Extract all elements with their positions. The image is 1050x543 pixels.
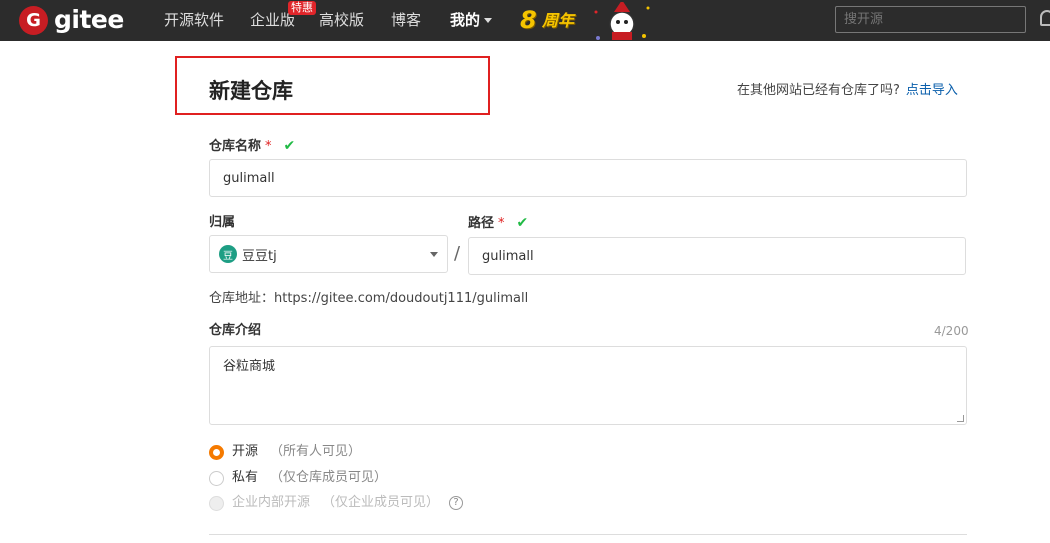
chevron-down-icon bbox=[430, 252, 438, 257]
visibility-hint: （仅企业成员可见） bbox=[322, 495, 440, 510]
gitee-logo-text: gitee bbox=[54, 5, 124, 34]
visibility-option-private[interactable]: 私有 （仅仓库成员可见） bbox=[209, 469, 387, 487]
required-mark: * bbox=[498, 216, 505, 231]
anniversary-text: 周年 bbox=[542, 11, 575, 30]
import-link[interactable]: 点击导入 bbox=[906, 83, 958, 98]
visibility-label: 私有 bbox=[232, 470, 259, 485]
radio-checked-icon[interactable] bbox=[209, 444, 224, 460]
nav-mine-label: 我的 bbox=[450, 11, 481, 29]
path-label-text: 路径 bbox=[468, 216, 495, 231]
visibility-hint: （仅仓库成员可见） bbox=[270, 470, 388, 485]
gitee-logo[interactable]: G gitee bbox=[19, 5, 124, 35]
nav-open-source[interactable]: 开源软件 bbox=[164, 11, 224, 29]
check-icon: ✔ bbox=[283, 138, 296, 154]
check-icon: ✔ bbox=[516, 215, 529, 231]
radio-disabled-icon bbox=[209, 495, 224, 511]
import-tip: 在其他网站已经有仓库了吗? 点击导入 bbox=[737, 82, 958, 100]
required-mark: * bbox=[265, 139, 272, 154]
page-title: 新建仓库 bbox=[209, 79, 293, 103]
search-input[interactable] bbox=[835, 6, 1026, 33]
radio-icon[interactable] bbox=[209, 470, 224, 486]
mascot-icon bbox=[594, 2, 650, 40]
owner-label: 归属 bbox=[209, 215, 236, 230]
anniversary-number: 8 bbox=[520, 6, 537, 34]
path-separator: / bbox=[454, 243, 461, 264]
anniversary-banner[interactable]: 8 周年 bbox=[520, 2, 660, 46]
visibility-option-internal: 企业内部开源 （仅企业成员可见） ? bbox=[209, 494, 464, 512]
description-counter: 4/200 bbox=[934, 324, 969, 338]
nav-blog[interactable]: 博客 bbox=[391, 11, 421, 29]
owner-select[interactable]: 豆 豆豆tj bbox=[209, 235, 448, 273]
resize-handle-icon[interactable] bbox=[957, 415, 964, 422]
notification-bell-icon[interactable] bbox=[1040, 10, 1050, 26]
visibility-label: 企业内部开源 bbox=[232, 495, 311, 510]
repo-name-label-text: 仓库名称 bbox=[209, 139, 262, 154]
help-icon[interactable]: ? bbox=[449, 496, 464, 510]
path-input[interactable]: gulimall bbox=[468, 237, 966, 275]
description-label: 仓库介绍 bbox=[209, 323, 262, 338]
import-tip-text: 在其他网站已经有仓库了吗? bbox=[737, 83, 900, 98]
form-divider bbox=[209, 534, 967, 535]
gitee-logo-icon: G bbox=[19, 5, 48, 35]
repo-name-input[interactable]: gulimall bbox=[209, 159, 967, 197]
avatar: 豆 bbox=[219, 245, 237, 263]
description-value: 谷粒商城 bbox=[223, 359, 276, 374]
visibility-label: 开源 bbox=[232, 444, 259, 459]
description-textarea[interactable]: 谷粒商城 bbox=[209, 346, 967, 425]
repo-address: 仓库地址：https://gitee.com/doudoutj111/gulim… bbox=[209, 291, 529, 306]
path-label: 路径 * ✔ bbox=[468, 214, 528, 233]
visibility-option-public[interactable]: 开源 （所有人可见） bbox=[209, 443, 361, 461]
chevron-down-icon bbox=[484, 18, 493, 23]
nav-education[interactable]: 高校版 bbox=[319, 11, 364, 29]
repo-name-label: 仓库名称 * ✔ bbox=[209, 137, 295, 156]
top-navbar: G gitee 开源软件 企业版 特惠 高校版 博客 我的 8 周年 bbox=[0, 0, 1050, 41]
owner-value: 豆豆tj bbox=[242, 248, 277, 264]
promo-badge: 特惠 bbox=[288, 1, 316, 15]
visibility-hint: （所有人可见） bbox=[270, 444, 362, 459]
nav-mine[interactable]: 我的 bbox=[450, 11, 493, 29]
